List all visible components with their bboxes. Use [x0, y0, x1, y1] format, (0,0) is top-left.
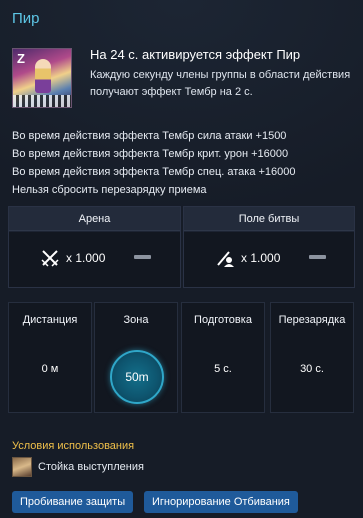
skill-description: Каждую секунду члены группы в области де… [90, 69, 351, 98]
performance-stance-icon [12, 457, 32, 477]
battlefield-multiplier: x 1.000 [215, 240, 280, 276]
arena-label: Арена [9, 207, 180, 231]
effect-line: Во время действия эффекта Тембр сила ата… [12, 130, 287, 142]
arena-multiplier-value: x 1.000 [66, 251, 106, 265]
performer-figure [35, 59, 51, 93]
tag-ignore-parry[interactable]: Игнорирование Отбивания [144, 491, 298, 513]
stat-cooldown-label: Перезарядка [278, 314, 346, 326]
crossed-swords-icon [41, 250, 59, 267]
stance-label: Стойка выступления [38, 461, 144, 473]
stat-distance-label: Дистанция [22, 314, 78, 326]
arena-dash [134, 255, 151, 259]
battlefield-multiplier-value: x 1.000 [241, 251, 281, 265]
effects-list: Во время действия эффекта Тембр сила ата… [12, 127, 357, 199]
effect-line: Нельзя сбросить перезарядку приема [12, 184, 207, 196]
stat-distance: Дистанция 0 м [8, 302, 92, 413]
tag-defense-penetration[interactable]: Пробивание защиты [12, 491, 134, 513]
skill-headline: На 24 с. активируется эффект Пир [90, 47, 301, 62]
stat-cooldown-value: 30 с. [300, 363, 324, 375]
stage-piano [13, 95, 71, 107]
stat-cooldown: Перезарядка 30 с. [270, 302, 354, 413]
conditions-title: Условия использования [12, 440, 135, 452]
battlefield-dash [309, 255, 326, 259]
stat-prep-label: Подготовка [194, 314, 252, 326]
skill-icon-glyph: Z [17, 51, 25, 66]
zone-radius-circle: 50m [110, 350, 164, 404]
stat-zone: Зона 50m [94, 302, 178, 413]
skill-tooltip: Пир Z На 24 с. активируется эффект Пир К… [0, 0, 363, 518]
skill-icon: Z [12, 48, 72, 108]
sword-person-icon [217, 251, 234, 267]
stat-prep: Подготовка 5 с. [181, 302, 265, 413]
stat-zone-value: 50m [125, 370, 149, 384]
battlefield-label: Поле битвы [184, 207, 354, 231]
skill-title: Пир [12, 10, 40, 27]
stat-prep-value: 5 с. [214, 363, 232, 375]
effect-line: Во время действия эффекта Тембр спец. ат… [12, 166, 296, 178]
effect-line: Во время действия эффекта Тембр крит. ур… [12, 148, 289, 160]
stat-zone-label: Зона [123, 314, 149, 326]
arena-multiplier: x 1.000 [40, 240, 105, 276]
stat-distance-value: 0 м [41, 363, 59, 375]
